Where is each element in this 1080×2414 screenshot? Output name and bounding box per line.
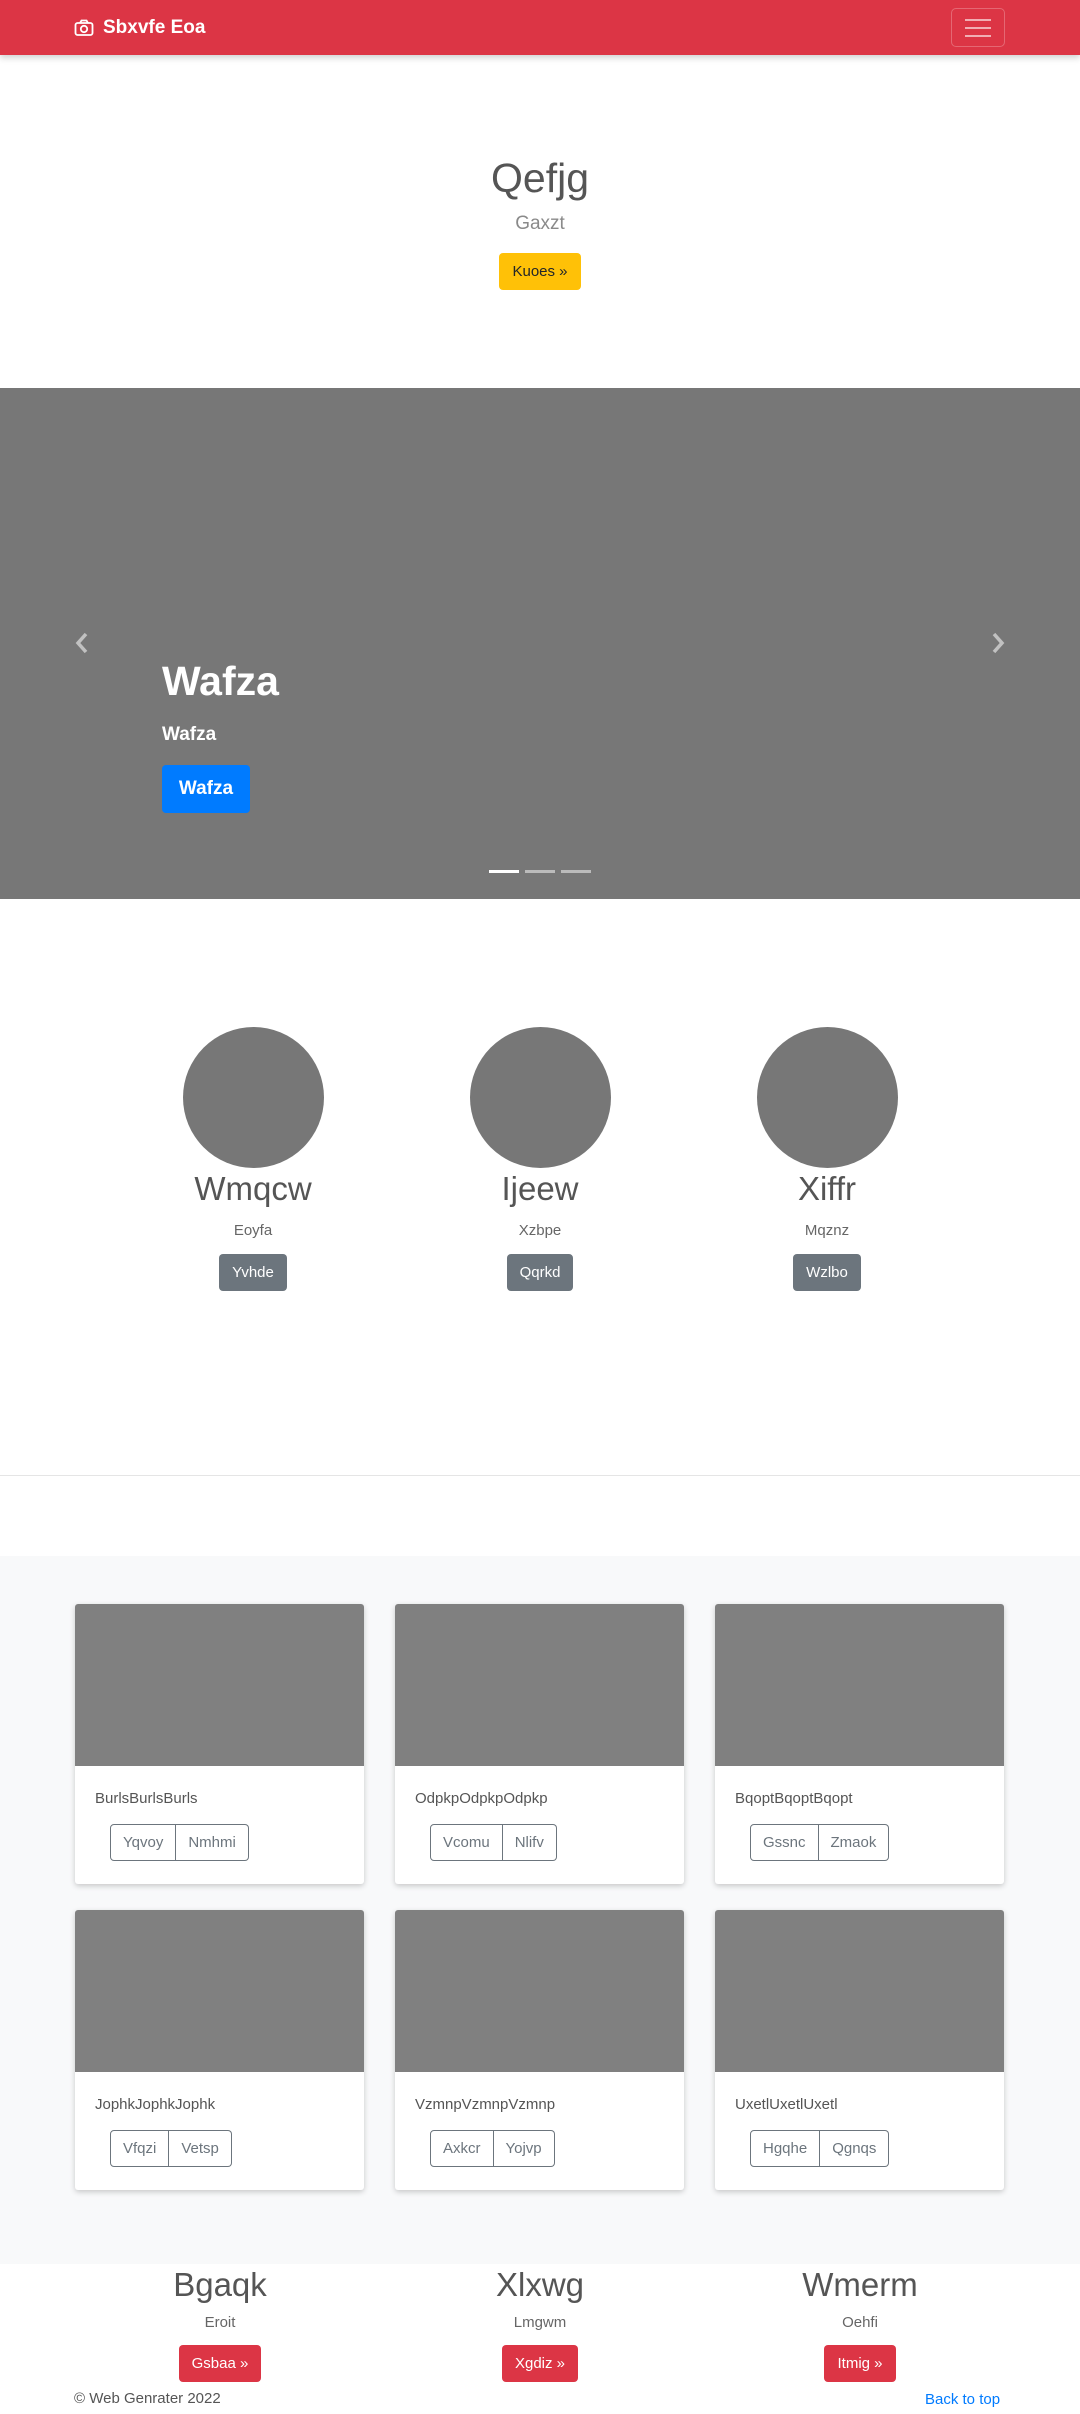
marketing-heading: Xiffr [797, 1170, 857, 1207]
card-text: BurlsBurlsBurls [95, 1790, 198, 1807]
chevron-left-icon [75, 632, 88, 654]
back-to-top-link[interactable]: Back to top [925, 2391, 1000, 2408]
card-button[interactable]: Yqvoy [110, 1824, 177, 1861]
album-card: BurlsBurlsBurls Yqvoy Nmhmi [75, 1604, 364, 1884]
card-button-group: Yqvoy Nmhmi [110, 1824, 364, 1861]
card-text: BqoptBqoptBqopt [735, 1790, 853, 1807]
navbar: Sbxvfe Eoa [0, 0, 1080, 55]
marketing-heading: Ijeew [501, 1170, 579, 1207]
bottom-text: Eroit [204, 2314, 236, 2331]
bottom-text: Oehfi [842, 2314, 878, 2331]
card-button[interactable]: Vfqzi [110, 2130, 170, 2167]
card-text: VzmnpVzmnpVzmnp [415, 2096, 556, 2113]
card-button[interactable]: Nmhmi [176, 1824, 249, 1861]
placeholder-image [756, 1027, 898, 1168]
carousel-caption: Wafza Wafza Wafza [162, 658, 279, 813]
carousel-indicator[interactable] [561, 870, 591, 873]
card-thumbnail [395, 1910, 684, 2072]
marketing-column: Wmqcw Eoyfa Yvhde [133, 1027, 373, 1291]
bottom-text: Lmgwm [513, 2314, 567, 2331]
marketing-button[interactable]: Wzlbo [793, 1254, 861, 1291]
card-button[interactable]: Axkcr [430, 2130, 494, 2167]
carousel-subtitle: Wafza [162, 724, 217, 745]
placeholder-image [469, 1027, 611, 1168]
carousel-indicator[interactable] [525, 870, 555, 873]
carousel-indicators [489, 870, 591, 873]
bottom-heading: Wmerm [802, 2266, 918, 2303]
marketing-text: Xzbpe [518, 1222, 562, 1239]
album-section: BurlsBurlsBurls Yqvoy Nmhmi OdpkpOdpkpOd… [0, 1556, 1080, 2264]
bottom-column: Bgaqk Eroit Gsbaa » [100, 2264, 340, 2382]
card-text: UxetlUxetlUxetl [735, 2096, 838, 2113]
card-button[interactable]: Vcomu [430, 1824, 503, 1861]
album-card: BqoptBqoptBqopt Gssnc Zmaok [715, 1604, 1004, 1884]
album-card: OdpkpOdpkpOdpkp Vcomu Nlifv [395, 1604, 684, 1884]
marketing-column: Ijeew Xzbpe Qqrkd [420, 1027, 660, 1291]
card-button[interactable]: Vetsp [169, 2130, 232, 2167]
bottom-button[interactable]: Gsbaa » [178, 2345, 262, 2382]
placeholder-image [182, 1027, 324, 1168]
card-button[interactable]: Nlifv [502, 1824, 557, 1861]
marketing-section: Wmqcw Eoyfa Yvhde Ijeew Xzbpe Qqrkd Xiff… [0, 899, 1080, 1476]
card-thumbnail [395, 1604, 684, 1766]
card-button-group: Axkcr Yojvp [430, 2130, 684, 2167]
bottom-column: Xlxwg Lmgwm Xgdiz » [420, 2264, 660, 2382]
menu-icon [965, 18, 991, 21]
camera-icon [74, 19, 94, 36]
marketing-column: Xiffr Mqznz Wzlbo [707, 1027, 947, 1291]
card-text: OdpkpOdpkpOdpkp [415, 1790, 548, 1807]
album-card: VzmnpVzmnpVzmnp Axkcr Yojvp [395, 1910, 684, 2190]
card-thumbnail [75, 1910, 364, 2072]
marketing-text: Mqznz [804, 1222, 850, 1239]
carousel: Wafza Wafza Wafza [0, 388, 1080, 899]
carousel-indicator[interactable] [489, 870, 519, 873]
menu-toggle-button[interactable] [951, 8, 1005, 47]
card-thumbnail [75, 1604, 364, 1766]
card-button[interactable]: Qgnqs [820, 2130, 890, 2167]
marketing-text: Eoyfa [233, 1222, 273, 1239]
navbar-brand[interactable]: Sbxvfe Eoa [74, 0, 205, 55]
hero-lead: Gaxzt [515, 213, 565, 234]
card-button-group: Vfqzi Vetsp [110, 2130, 364, 2167]
marketing-button[interactable]: Qqrkd [506, 1254, 574, 1291]
chevron-right-icon [992, 632, 1005, 654]
marketing-heading: Wmqcw [194, 1170, 312, 1207]
carousel-button[interactable]: Wafza [162, 765, 250, 813]
hero-button[interactable]: Kuoes » [499, 253, 581, 290]
bottom-heading: Bgaqk [173, 2266, 267, 2303]
marketing-button[interactable]: Yvhde [219, 1254, 287, 1291]
card-button[interactable]: Yojvp [493, 2130, 555, 2167]
card-button-group: Hgqhe Qgnqs [750, 2130, 1004, 2167]
bottom-button[interactable]: Itmig » [824, 2345, 896, 2382]
bottom-column: Wmerm Oehfi Itmig » [740, 2264, 980, 2382]
card-thumbnail [715, 1910, 1004, 2072]
carousel-title: Wafza [162, 658, 279, 704]
brand-label: Sbxvfe Eoa [103, 16, 206, 38]
carousel-next-button[interactable] [983, 628, 1013, 658]
carousel-prev-button[interactable] [67, 628, 97, 658]
bottom-heading: Xlxwg [495, 2266, 585, 2303]
hero-title: Qefjg [491, 155, 589, 201]
card-button[interactable]: Zmaok [818, 1824, 890, 1861]
card-button-group: Gssnc Zmaok [750, 1824, 1004, 1861]
footer-copyright: © Web Genrater 2022 [74, 2390, 221, 2407]
album-card: JophkJophkJophk Vfqzi Vetsp [75, 1910, 364, 2190]
card-button[interactable]: Hgqhe [750, 2130, 821, 2167]
card-button[interactable]: Gssnc [750, 1824, 819, 1861]
card-button-group: Vcomu Nlifv [430, 1824, 684, 1861]
album-card: UxetlUxetlUxetl Hgqhe Qgnqs [715, 1910, 1004, 2190]
hero-section: Qefjg Gaxzt Kuoes » [0, 55, 1080, 388]
bottom-button[interactable]: Xgdiz » [501, 2345, 579, 2382]
card-text: JophkJophkJophk [95, 2096, 216, 2113]
card-thumbnail [715, 1604, 1004, 1766]
section-divider [0, 1475, 1080, 1476]
